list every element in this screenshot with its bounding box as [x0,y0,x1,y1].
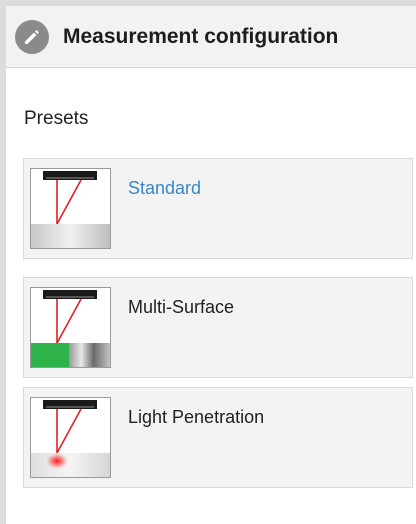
sensor-multi-surface-icon [30,287,111,368]
presets-label: Presets [24,108,89,129]
preset-standard-label: Standard [128,178,202,198]
panel-header: Measurement configuration [6,6,416,68]
preset-standard[interactable]: Standard [23,158,413,259]
measurement-config-panel: Measurement configuration Presets Standa… [0,0,416,524]
preset-light-penetration-label: Light Penetration [128,407,265,427]
sensor-light-penetration-icon [30,397,111,478]
page-title: Measurement configuration [63,24,339,48]
preset-multi-surface-label: Multi-Surface [128,297,235,317]
preset-multi-surface[interactable]: Multi-Surface [23,277,413,378]
preset-light-penetration[interactable]: Light Penetration [23,387,413,488]
sensor-standard-icon [30,168,111,249]
pencil-icon [15,19,49,54]
